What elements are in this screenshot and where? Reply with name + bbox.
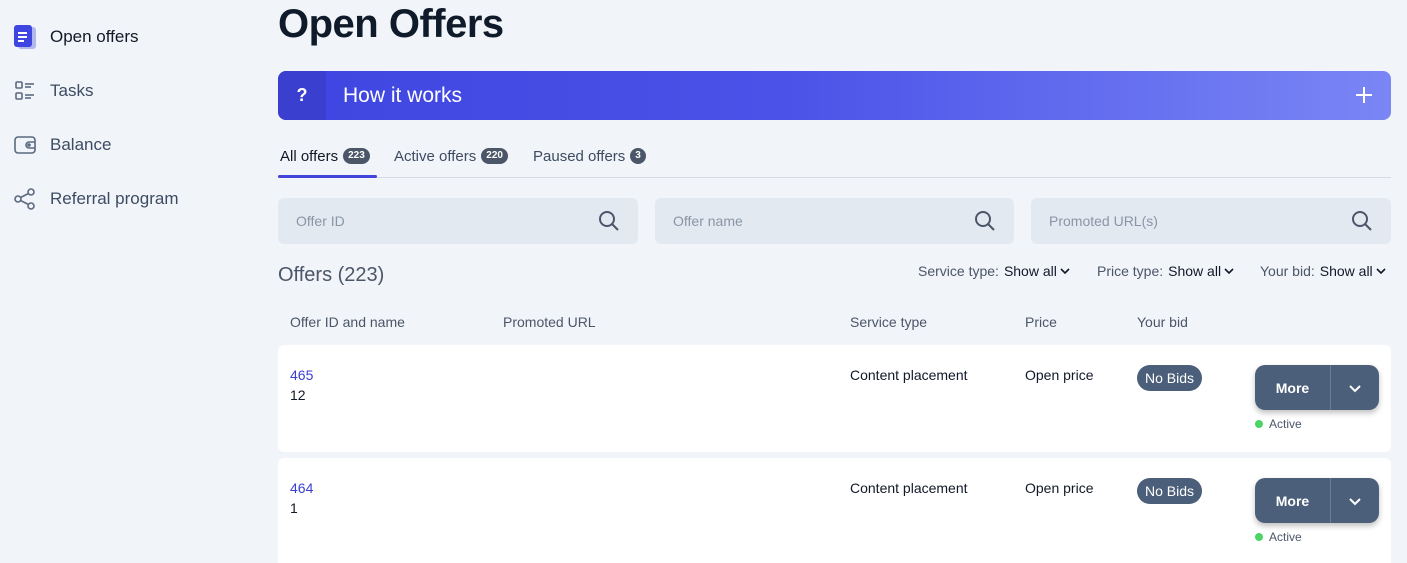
sidebar-item-label: Balance	[50, 135, 112, 154]
sidebar-item-open-offers[interactable]: Open offers	[12, 20, 139, 54]
filter-label: Your bid:	[1260, 263, 1315, 279]
offer-name: 1	[290, 500, 298, 516]
sidebar-item-referral-program[interactable]: Referral program	[12, 182, 179, 216]
service-type: Content placement	[850, 480, 968, 496]
chevron-down-icon	[1224, 268, 1234, 275]
tab-active-offers[interactable]: Active offers 220	[394, 146, 508, 166]
column-header-promoted-url: Promoted URL	[503, 314, 596, 330]
price: Open price	[1025, 367, 1094, 383]
service-type-filter[interactable]: Service type: Show all	[918, 263, 1070, 279]
column-header-offer-id: Offer ID and name	[290, 314, 405, 330]
service-type: Content placement	[850, 367, 968, 383]
checklist-icon	[12, 78, 38, 104]
plus-icon[interactable]	[1351, 82, 1377, 108]
offer-name-search	[655, 198, 1014, 244]
offer-tabs: All offers 223 Active offers 220 Paused …	[278, 140, 1391, 178]
offer-id-link[interactable]: 465	[290, 367, 313, 383]
more-button-group: More	[1255, 478, 1379, 523]
filter-label: Price type:	[1097, 263, 1164, 279]
filter-value: Show all	[1003, 263, 1057, 279]
column-header-service-type: Service type	[850, 314, 928, 330]
chevron-down-icon	[1349, 497, 1361, 505]
status-text: Active	[1269, 530, 1302, 544]
offers-heading: Offers (223)	[278, 264, 385, 286]
question-icon: ?	[278, 71, 326, 120]
price-type-filter[interactable]: Price type: Show all	[1097, 263, 1234, 279]
filter-label: Service type:	[918, 263, 999, 279]
bid-badge: No Bids	[1137, 365, 1203, 391]
sidebar-item-label: Referral program	[50, 189, 179, 208]
page-title: Open Offers	[278, 2, 504, 46]
promoted-url-input[interactable]	[1049, 213, 1351, 229]
search-icon[interactable]	[1351, 210, 1373, 232]
tab-all-offers[interactable]: All offers 223	[280, 146, 370, 166]
sidebar-item-tasks[interactable]: Tasks	[12, 74, 93, 108]
offer-name-input[interactable]	[673, 213, 974, 229]
status-dot	[1255, 533, 1263, 541]
table-row: 465 12 Content placement Open price No B…	[278, 345, 1391, 452]
more-dropdown-toggle[interactable]	[1330, 365, 1379, 410]
sidebar-item-label: Open offers	[50, 27, 139, 46]
wallet-icon	[12, 132, 38, 158]
status-text: Active	[1269, 417, 1302, 431]
more-button[interactable]: More	[1255, 365, 1330, 410]
filter-value: Show all	[1319, 263, 1373, 279]
your-bid-filter[interactable]: Your bid: Show all	[1260, 263, 1386, 279]
search-icon[interactable]	[974, 210, 996, 232]
document-icon	[12, 24, 38, 50]
bid-badge: No Bids	[1137, 478, 1203, 504]
active-tab-indicator	[278, 175, 377, 178]
column-header-your-bid: Your bid	[1137, 314, 1188, 330]
offer-id-input[interactable]	[296, 213, 598, 229]
sidebar-item-label: Tasks	[50, 81, 94, 100]
chevron-down-icon	[1376, 268, 1386, 275]
search-icon[interactable]	[598, 210, 620, 232]
column-header-price: Price	[1025, 314, 1057, 330]
more-dropdown-toggle[interactable]	[1330, 478, 1379, 523]
tab-paused-offers[interactable]: Paused offers 3	[533, 146, 646, 166]
offer-id-link[interactable]: 464	[290, 480, 313, 496]
count-badge: 223	[343, 148, 370, 164]
filter-value: Show all	[1168, 263, 1222, 279]
tab-label: Paused offers	[533, 147, 626, 165]
tab-label: Active offers	[394, 147, 477, 165]
table-row: 464 1 Content placement Open price No Bi…	[278, 458, 1391, 563]
status-indicator: Active	[1255, 417, 1302, 431]
status-indicator: Active	[1255, 530, 1302, 544]
tab-label: All offers	[280, 147, 339, 165]
main-content: Open Offers ? How it works All offers 22…	[278, 0, 1391, 563]
offer-id-search	[278, 198, 638, 244]
status-dot	[1255, 420, 1263, 428]
sidebar: Open offers Tasks Balance Referral progr…	[0, 0, 260, 563]
how-it-works-title: How it works	[343, 83, 463, 107]
more-button[interactable]: More	[1255, 478, 1330, 523]
share-nodes-icon	[12, 186, 38, 212]
offer-name: 12	[290, 387, 306, 403]
how-it-works-banner[interactable]: ? How it works	[278, 71, 1391, 120]
sidebar-item-balance[interactable]: Balance	[12, 128, 111, 162]
chevron-down-icon	[1349, 384, 1361, 392]
more-button-group: More	[1255, 365, 1379, 410]
price: Open price	[1025, 480, 1094, 496]
count-badge: 3	[630, 148, 646, 164]
chevron-down-icon	[1060, 268, 1070, 275]
promoted-url-search	[1031, 198, 1391, 244]
count-badge: 220	[481, 148, 508, 164]
